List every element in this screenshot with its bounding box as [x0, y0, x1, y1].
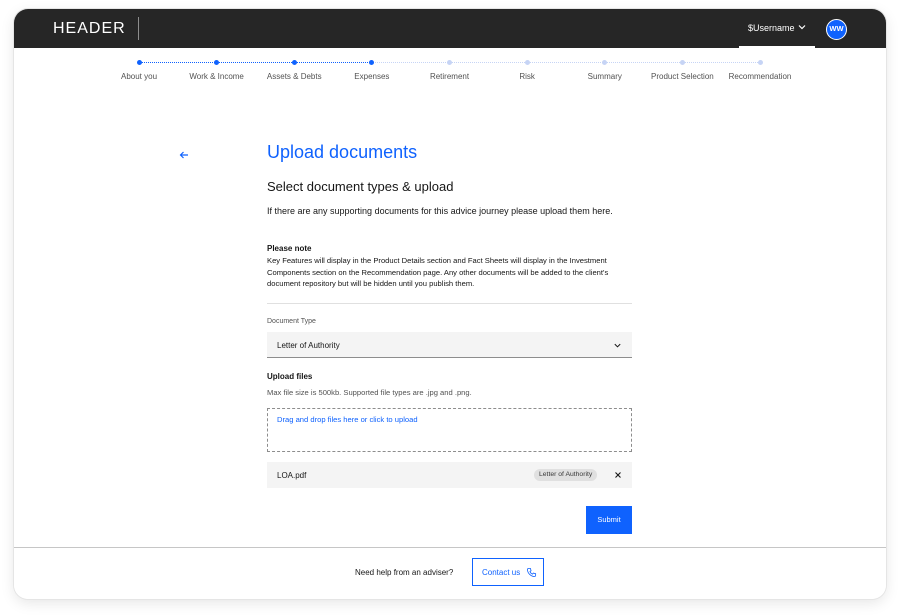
section-divider: [267, 303, 632, 304]
progress-step-marker: [214, 60, 220, 65]
page-subtitle: Select document types & upload: [267, 179, 454, 194]
document-type-select[interactable]: Letter of Authority: [267, 332, 632, 358]
progress-indicator: About you Work & Income Assets & Debts Expe…: [14, 48, 886, 93]
document-type-value: Letter of Authority: [277, 341, 340, 350]
upload-files-title: Upload files: [267, 372, 313, 381]
progress-step-marker: [679, 60, 685, 65]
progress-step-marker: [369, 60, 375, 65]
progress-step-label[interactable]: Recommendation: [710, 72, 810, 81]
user-menu[interactable]: $Username: [739, 9, 815, 48]
progress-step-marker: [757, 60, 763, 65]
contact-us-label: Contact us: [482, 568, 521, 577]
avatar[interactable]: WW: [826, 19, 847, 40]
uploaded-file-item: LOA.pdf Letter of Authority: [267, 462, 632, 488]
progress-step-marker: [291, 60, 297, 65]
progress-step-marker: [602, 60, 608, 65]
help-text: Need help from an adviser?: [355, 568, 454, 577]
progress-connector: [139, 62, 217, 63]
progress-step-marker: [447, 60, 452, 65]
contact-us-button[interactable]: Contact us: [472, 558, 544, 586]
arrow-left-icon[interactable]: [178, 149, 190, 161]
app-window: HEADER $Username WW About you Work & Inco…: [14, 9, 886, 599]
progress-connector: [449, 62, 528, 63]
note-text: Key Features will display in the Product…: [267, 256, 609, 288]
file-type-tag: Letter of Authority: [534, 469, 598, 481]
footer: Need help from an adviser? Contact us: [14, 547, 886, 599]
progress-connector: [216, 62, 295, 63]
close-icon[interactable]: [614, 471, 622, 479]
progress-connector: [294, 62, 372, 63]
progress-connector: [527, 62, 605, 63]
progress-connector: [371, 62, 450, 63]
dropzone-link[interactable]: Drag and drop files here or click to upl…: [277, 415, 418, 424]
file-dropzone[interactable]: Drag and drop files here or click to upl…: [267, 408, 632, 452]
page-title: Upload documents: [267, 142, 418, 162]
progress-connector: [604, 62, 683, 63]
upload-help-text: Max file size is 500kb. Supported file t…: [267, 388, 472, 397]
chevron-down-icon: [798, 25, 806, 30]
phone-icon: [526, 567, 537, 578]
progress-connector: [682, 62, 760, 63]
header-divider: [138, 17, 139, 40]
chevron-down-icon: [614, 343, 621, 348]
file-name: LOA.pdf: [277, 471, 307, 480]
progress-step-marker: [524, 60, 530, 65]
progress-step-marker: [136, 60, 142, 65]
header-title: HEADER: [53, 20, 126, 37]
document-type-label: Document Type: [267, 318, 316, 325]
intro-text: If there are any supporting documents fo…: [267, 206, 613, 216]
submit-button[interactable]: Submit: [586, 506, 632, 534]
note-title: Please note: [267, 244, 312, 253]
username: $Username: [748, 23, 795, 33]
top-header: HEADER $Username WW: [14, 9, 886, 48]
